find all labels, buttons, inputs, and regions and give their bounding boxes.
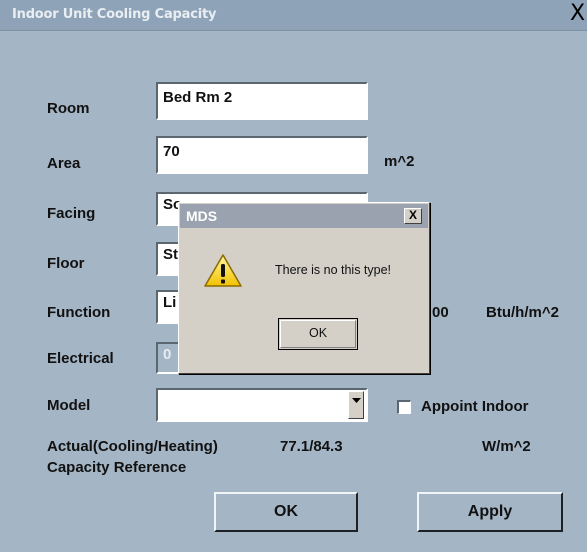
actual-capacity-label-line2: Capacity Reference <box>47 459 187 476</box>
model-dropdown-button[interactable] <box>348 391 364 419</box>
area-unit: m^2 <box>384 153 415 170</box>
function-unit: Btu/h/m^2 <box>486 304 559 321</box>
indoor-unit-cooling-capacity-window: Indoor Unit Cooling Capacity X Room Bed … <box>0 0 587 552</box>
floor-label: Floor <box>47 255 85 272</box>
actual-capacity-unit: W/m^2 <box>482 438 531 455</box>
dialog-title-bar[interactable]: MDS X <box>180 204 428 228</box>
room-label: Room <box>47 100 90 117</box>
ok-button[interactable]: OK <box>214 492 358 532</box>
area-label: Area <box>47 155 81 172</box>
appoint-indoor-label: Appoint Indoor <box>421 398 529 415</box>
electrical-label: Electrical <box>47 350 114 367</box>
dialog-message: There is no this type! <box>275 263 392 277</box>
facing-label: Facing <box>47 205 96 222</box>
model-label: Model <box>47 397 91 414</box>
dialog-close-button[interactable]: X <box>404 208 422 224</box>
function-value: 00 <box>432 304 449 321</box>
actual-capacity-label-line1: Actual(Cooling/Heating) <box>47 438 218 455</box>
chevron-down-icon <box>352 398 361 403</box>
window-title: Indoor Unit Cooling Capacity <box>12 7 217 22</box>
dialog-ok-label: OK <box>308 326 328 340</box>
close-icon[interactable]: X <box>570 2 585 26</box>
actual-capacity-value: 77.1/84.3 <box>280 438 343 455</box>
title-bar[interactable]: Indoor Unit Cooling Capacity X <box>0 0 587 31</box>
room-input[interactable]: Bed Rm 2 <box>156 82 368 120</box>
model-select[interactable] <box>156 388 368 422</box>
warning-icon <box>203 253 243 293</box>
appoint-indoor-checkbox[interactable] <box>397 400 411 414</box>
area-input[interactable]: 70 <box>156 136 368 174</box>
function-label: Function <box>47 304 111 321</box>
mds-dialog: MDS X There is no this type! OK <box>178 202 430 374</box>
dialog-ok-button[interactable]: OK <box>278 318 358 350</box>
dialog-title: MDS <box>186 208 218 224</box>
apply-button[interactable]: Apply <box>417 492 563 532</box>
